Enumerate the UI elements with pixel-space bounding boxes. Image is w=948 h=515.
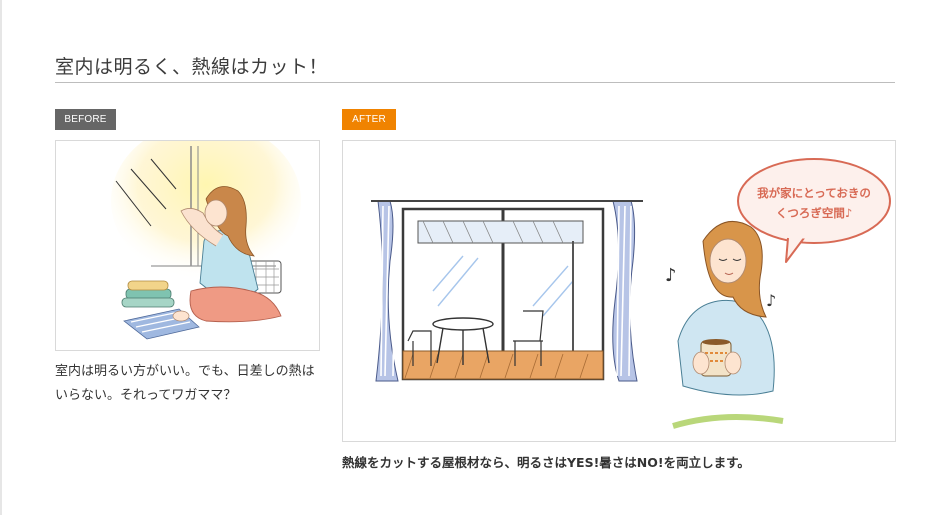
section-title: 室内は明るく、熱線はカット！ (55, 56, 329, 78)
after-image: ♪ ♪ 我が家にとっておきの くつろぎ空間♪ (342, 140, 896, 442)
svg-text:♪: ♪ (766, 291, 776, 310)
page-left-border (0, 0, 2, 515)
hot-sunlight-woman-illustration (111, 141, 301, 340)
bubble-line2: くつろぎ空間♪ (776, 206, 852, 220)
before-caption: 室内は明るい方がいい。でも、日差しの熱はいらない。それってワガママ？ (55, 364, 315, 403)
after-caption: 熱線をカットする屋根材なら、明るさはYES!暑さはNO!を両立します。 (342, 455, 750, 470)
title-divider (55, 82, 895, 83)
after-label: AFTER (342, 109, 396, 130)
bubble-line1: 我が家にとっておきの (757, 186, 871, 200)
before-label: BEFORE (55, 109, 116, 130)
before-image (55, 140, 320, 351)
svg-text:♪: ♪ (665, 265, 677, 286)
relaxing-terrace-woman-illustration: ♪ ♪ 我が家にとっておきの くつろぎ空間♪ (371, 158, 891, 429)
